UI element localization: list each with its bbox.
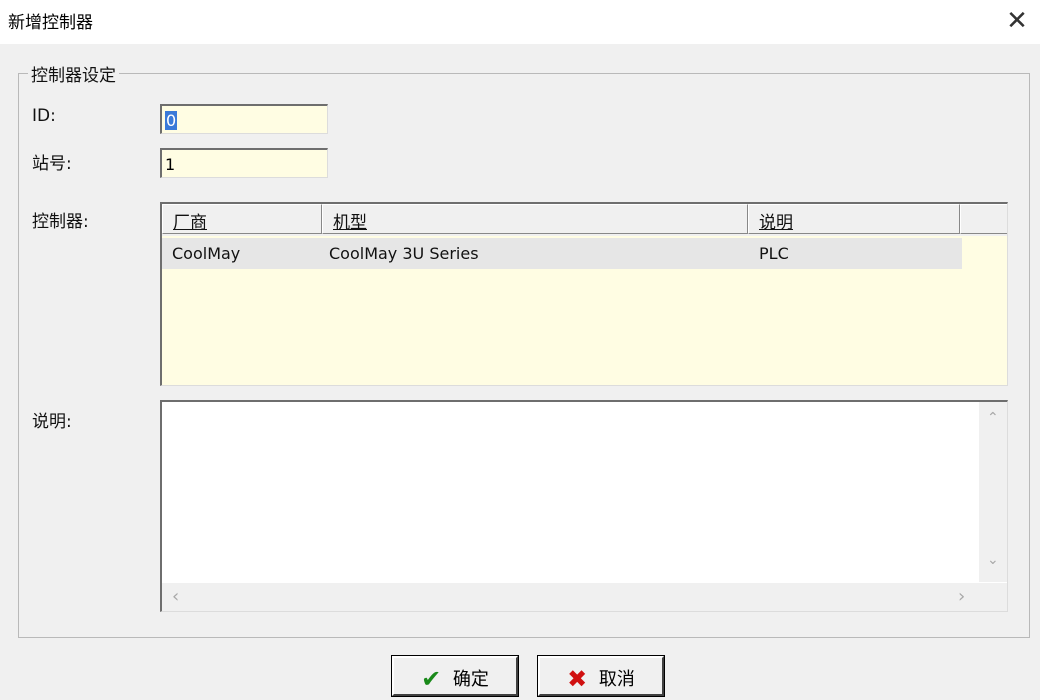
- cell-vendor: CoolMay: [172, 244, 241, 263]
- station-field[interactable]: 1: [160, 148, 328, 178]
- id-field[interactable]: 0: [160, 104, 328, 134]
- controller-list[interactable]: 厂商 机型 说明 CoolMay CoolMay 3U Series PLC: [160, 202, 1008, 386]
- column-header-note[interactable]: 说明: [748, 204, 960, 234]
- station-value: 1: [165, 155, 176, 174]
- controller-label: 控制器:: [32, 212, 89, 232]
- ok-button[interactable]: ✔ 确定: [391, 655, 519, 697]
- cancel-button[interactable]: ✖ 取消: [537, 655, 665, 697]
- station-label: 站号:: [32, 154, 72, 174]
- cell-model: CoolMay 3U Series: [329, 244, 479, 263]
- ok-button-label: 确定: [452, 669, 489, 690]
- scroll-down-icon[interactable]: ⌄: [987, 552, 999, 568]
- window-title: 新增控制器: [8, 13, 93, 33]
- list-header: 厂商 机型 说明: [162, 204, 1007, 236]
- description-textarea[interactable]: ⌃ ⌄ ‹ ›: [160, 400, 1008, 612]
- id-value: 0: [165, 111, 178, 130]
- table-row[interactable]: CoolMay CoolMay 3U Series PLC: [162, 238, 962, 269]
- scrollbar-corner: [979, 583, 1007, 611]
- group-legend: 控制器设定: [28, 61, 119, 86]
- vertical-scrollbar[interactable]: ⌃ ⌄: [979, 402, 1007, 582]
- title-bar: 新增控制器 ✕: [0, 0, 1040, 44]
- id-label: ID:: [32, 106, 56, 126]
- close-icon: ✕: [1006, 6, 1028, 36]
- scroll-up-icon[interactable]: ⌃: [987, 410, 999, 426]
- column-header-vendor[interactable]: 厂商: [162, 204, 322, 234]
- close-button[interactable]: ✕: [1000, 4, 1034, 38]
- x-icon: ✖: [567, 665, 588, 693]
- scroll-left-icon[interactable]: ‹: [172, 586, 179, 607]
- column-header-filler: [960, 204, 1007, 234]
- scroll-right-icon[interactable]: ›: [958, 586, 965, 607]
- check-icon: ✔: [421, 665, 442, 693]
- horizontal-scrollbar[interactable]: ‹ ›: [162, 583, 980, 611]
- description-label: 说明:: [32, 412, 72, 432]
- column-header-model[interactable]: 机型: [322, 204, 748, 234]
- cancel-button-label: 取消: [598, 669, 635, 690]
- cell-note: PLC: [759, 244, 789, 263]
